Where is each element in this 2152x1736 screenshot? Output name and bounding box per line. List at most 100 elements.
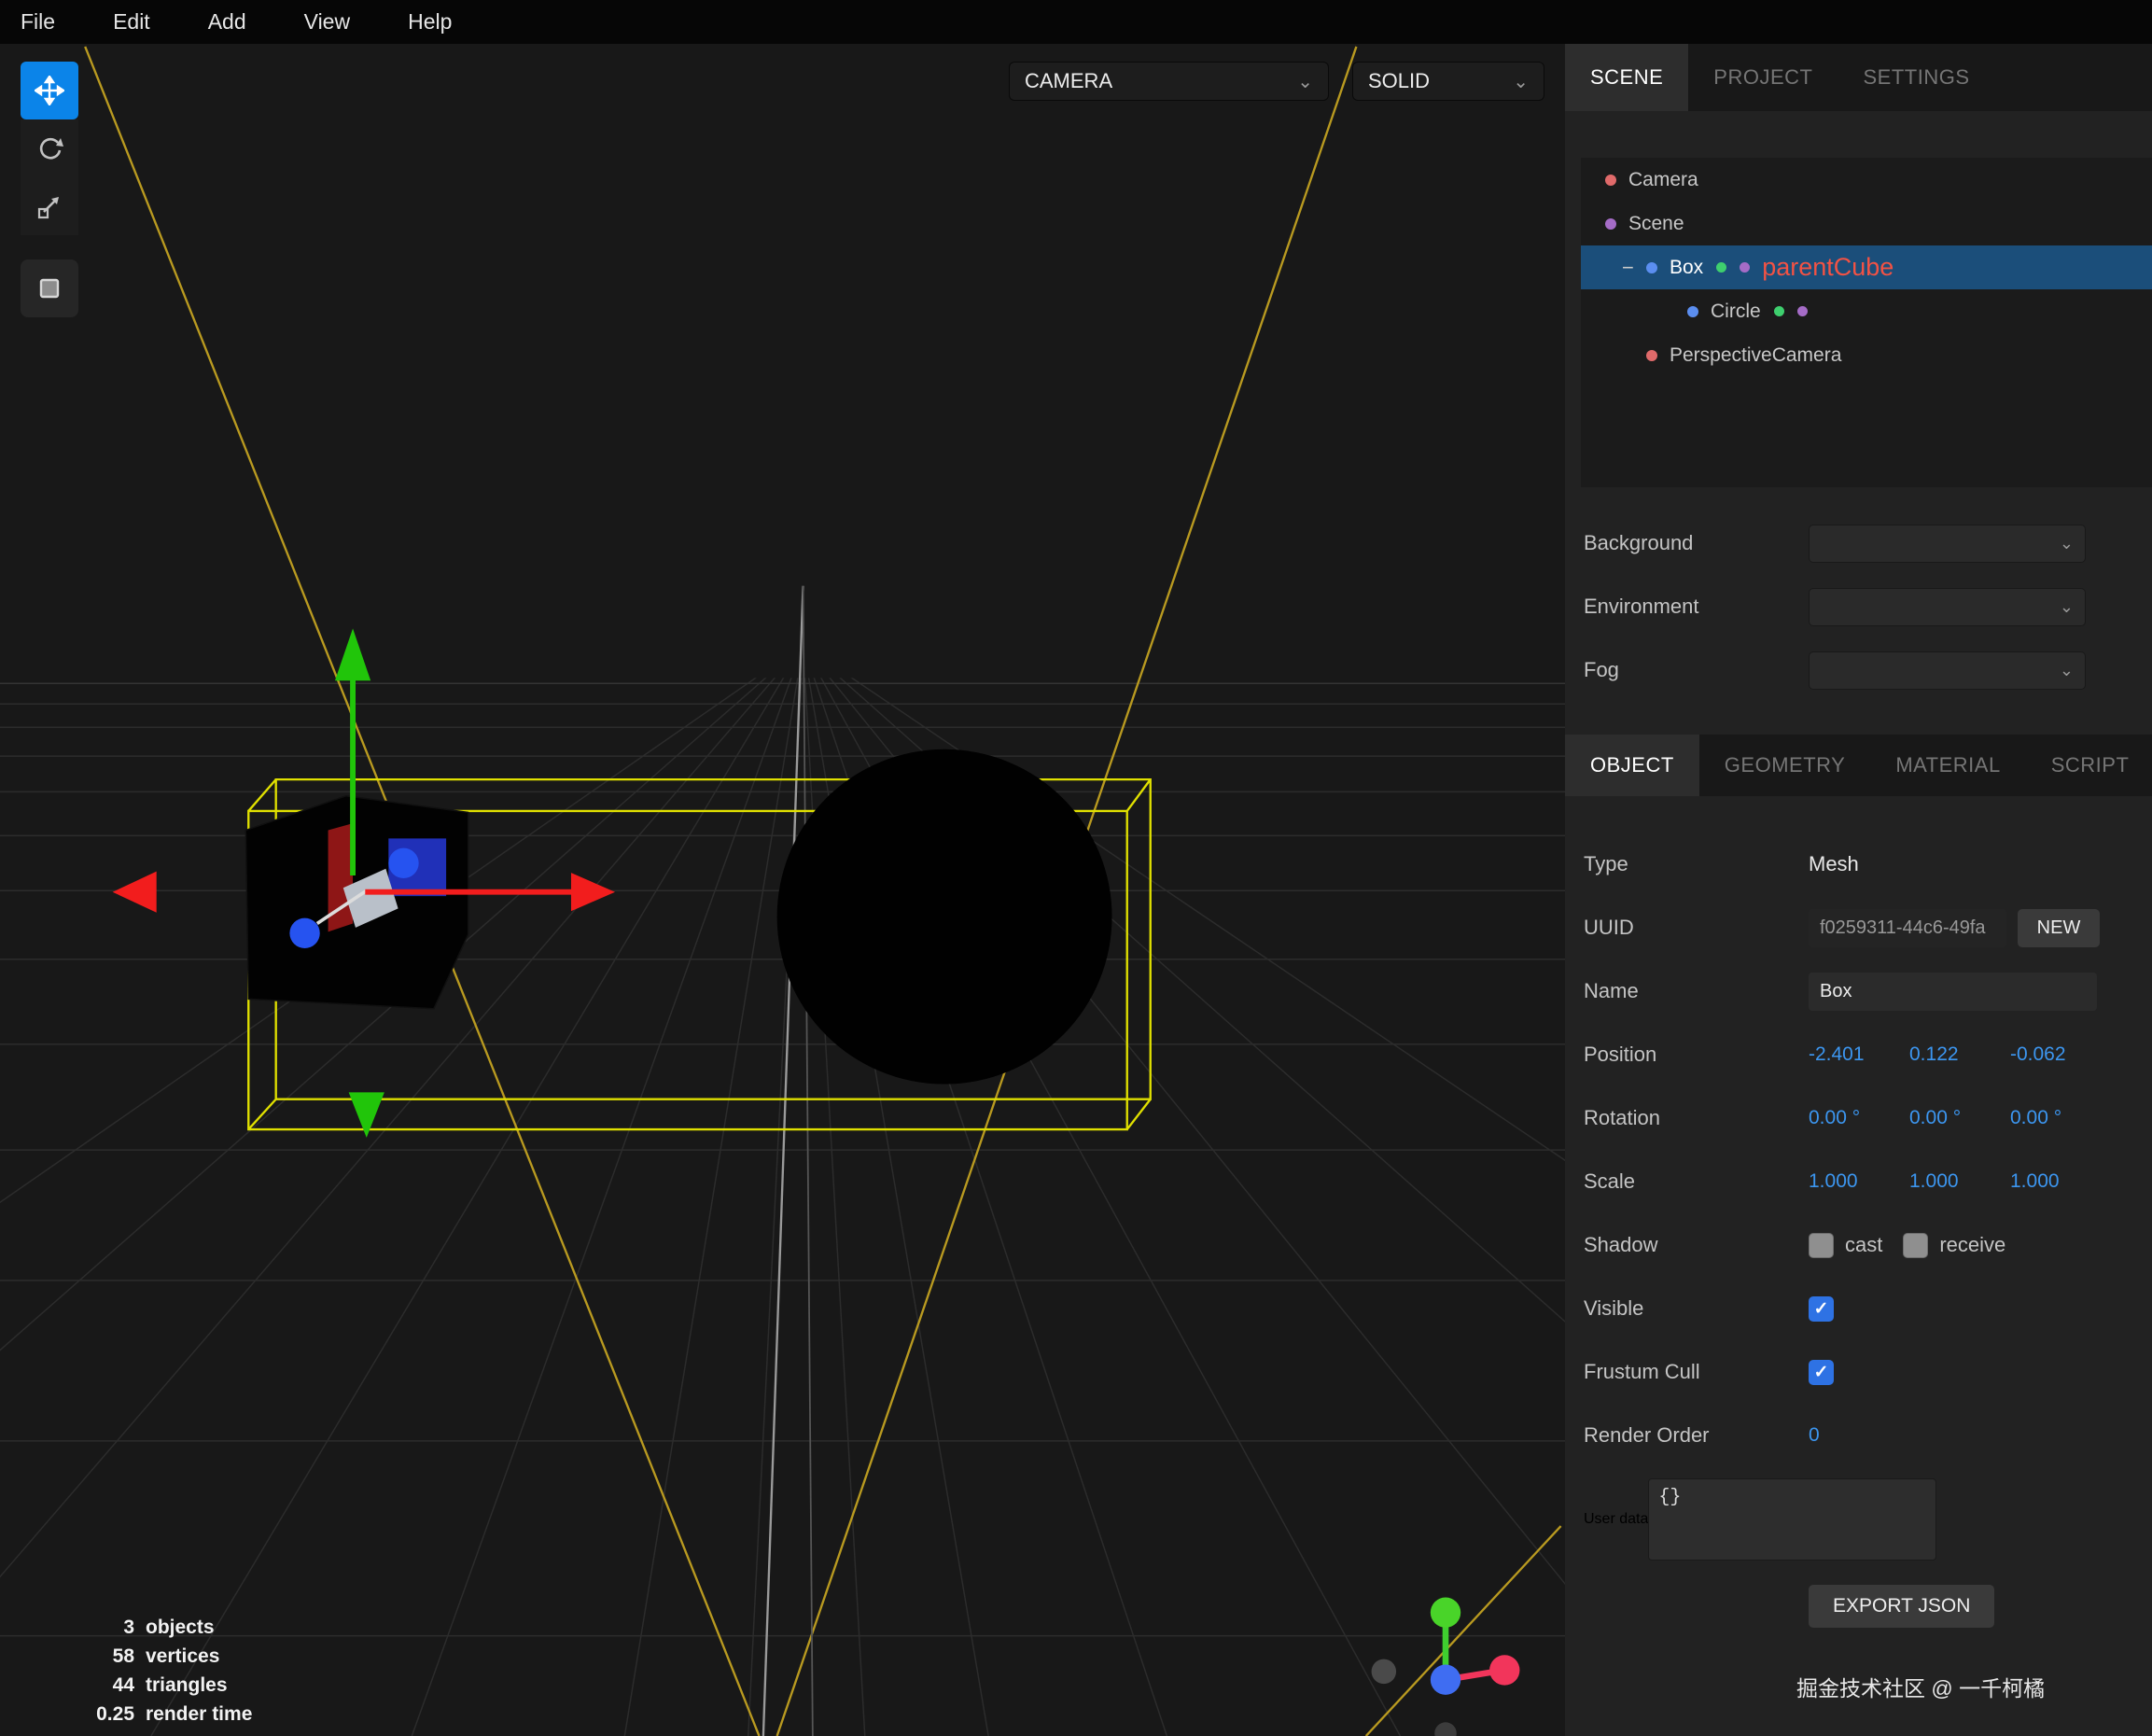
- axis-y-dot[interactable]: [1431, 1597, 1460, 1627]
- material-dot: [1740, 262, 1750, 273]
- chevron-down-icon: ⌄: [1513, 70, 1529, 93]
- tab-script[interactable]: SCRIPT: [2026, 735, 2152, 796]
- menu-edit[interactable]: Edit: [84, 9, 179, 35]
- background-select[interactable]: ⌄: [1809, 525, 2086, 563]
- background-row: Background ⌄: [1565, 511, 2152, 575]
- render-order-value[interactable]: 0: [1809, 1424, 1909, 1447]
- gizmo-neg-y-arrow[interactable]: [349, 1092, 384, 1138]
- outliner-item-perspectivecamera[interactable]: PerspectiveCamera: [1581, 333, 2152, 377]
- box-mesh[interactable]: [245, 796, 468, 1009]
- outliner-item-box[interactable]: − Box parentCube: [1581, 245, 2152, 289]
- fog-label: Fog: [1584, 658, 1809, 682]
- menu-view[interactable]: View: [275, 9, 379, 35]
- scale-z[interactable]: 1.000: [2010, 1170, 2111, 1193]
- object-type-dot: [1687, 306, 1698, 317]
- scale-y[interactable]: 1.000: [1909, 1170, 2010, 1193]
- gizmo-neg-x-arrow[interactable]: [113, 872, 157, 913]
- collapse-toggle[interactable]: −: [1622, 256, 1646, 280]
- name-field[interactable]: [1809, 973, 2097, 1011]
- user-data-label: User data: [1584, 1511, 1648, 1528]
- viewport-3d[interactable]: CAMERA ⌄ SOLID ⌄ 3 objects 58 vertices 4…: [0, 44, 1565, 1736]
- uuid-field[interactable]: [1809, 909, 2006, 947]
- gizmo-y-arrow[interactable]: [335, 628, 370, 680]
- object-type-dot: [1605, 175, 1616, 186]
- gizmo-handle-dot[interactable]: [289, 918, 319, 948]
- user-data-field[interactable]: {}: [1648, 1478, 1936, 1561]
- axis-z-dot[interactable]: [1431, 1665, 1460, 1695]
- shading-select[interactable]: SOLID ⌄: [1352, 62, 1544, 101]
- fog-row: Fog ⌄: [1565, 638, 2152, 702]
- transform-space-toggle[interactable]: [21, 259, 78, 317]
- credit-footer: 掘金技术社区 @ 一千柯橘: [1796, 1671, 2152, 1702]
- tab-geometry[interactable]: GEOMETRY: [1699, 735, 1871, 796]
- menu-file[interactable]: File: [0, 9, 84, 35]
- axis-helper[interactable]: [1372, 1597, 1520, 1736]
- camera-select[interactable]: CAMERA ⌄: [1009, 62, 1329, 101]
- scene-props: Background ⌄ Environment ⌄ Fog ⌄: [1565, 511, 2152, 702]
- axis-x-dot[interactable]: [1489, 1655, 1519, 1685]
- outliner-item-scene[interactable]: Scene: [1581, 202, 2152, 245]
- menu-add[interactable]: Add: [179, 9, 275, 35]
- shadow-row: Shadow cast receive: [1565, 1213, 2152, 1277]
- environment-row: Environment ⌄: [1565, 575, 2152, 638]
- uuid-label: UUID: [1584, 916, 1809, 940]
- outliner-item-label: Scene: [1628, 213, 1684, 235]
- translate-tool-button[interactable]: [21, 62, 78, 119]
- rotation-y[interactable]: 0.00 °: [1909, 1107, 2010, 1129]
- tab-settings[interactable]: SETTINGS: [1838, 44, 1994, 111]
- scale-row: Scale 1.000 1.000 1.000: [1565, 1150, 2152, 1213]
- chevron-down-icon: ⌄: [2060, 534, 2074, 553]
- geometry-dot: [1774, 306, 1784, 316]
- object-tabbar: OBJECT GEOMETRY MATERIAL SCRIPT: [1565, 735, 2152, 796]
- material-dot: [1797, 306, 1808, 316]
- tab-scene[interactable]: SCENE: [1565, 44, 1688, 111]
- object-props: Type Mesh UUID NEW Name Position -2.401 …: [1565, 833, 2152, 1628]
- visible-checkbox[interactable]: [1809, 1296, 1834, 1322]
- stat-rendertime-label: render time: [146, 1703, 252, 1726]
- fog-select[interactable]: ⌄: [1809, 651, 2086, 690]
- scale-icon: [35, 192, 63, 220]
- export-json-button[interactable]: EXPORT JSON: [1809, 1585, 1994, 1628]
- shadow-cast-checkbox[interactable]: [1809, 1233, 1834, 1258]
- name-row: Name: [1565, 959, 2152, 1023]
- rotation-row: Rotation 0.00 ° 0.00 ° 0.00 °: [1565, 1086, 2152, 1150]
- stat-vertices-value: 58: [56, 1645, 134, 1668]
- rotation-z[interactable]: 0.00 °: [2010, 1107, 2111, 1129]
- position-x[interactable]: -2.401: [1809, 1043, 1909, 1066]
- environment-select[interactable]: ⌄: [1809, 588, 2086, 626]
- shading-select-value: SOLID: [1368, 69, 1430, 93]
- shadow-label: Shadow: [1584, 1233, 1809, 1257]
- local-space-icon: [36, 275, 63, 301]
- rotation-x[interactable]: 0.00 °: [1809, 1107, 1909, 1129]
- rotate-tool-button[interactable]: [21, 119, 78, 177]
- menu-help[interactable]: Help: [379, 9, 481, 35]
- chevron-down-icon: ⌄: [2060, 597, 2074, 617]
- type-label: Type: [1584, 852, 1809, 876]
- rotation-label: Rotation: [1584, 1106, 1809, 1130]
- sphere-mesh[interactable]: [777, 749, 1112, 1085]
- position-y[interactable]: 0.122: [1909, 1043, 2010, 1066]
- shadow-receive-label: receive: [1939, 1233, 2005, 1257]
- stat-objects-label: objects: [146, 1617, 252, 1639]
- outliner-item-circle[interactable]: Circle: [1581, 289, 2152, 333]
- stat-triangles-value: 44: [56, 1674, 134, 1697]
- outliner-item-label: Box: [1670, 257, 1703, 279]
- visible-label: Visible: [1584, 1296, 1809, 1321]
- scale-tool-button[interactable]: [21, 177, 78, 235]
- viewport-canvas[interactable]: [0, 44, 1565, 1736]
- environment-label: Environment: [1584, 595, 1809, 619]
- gizmo-handle-dot[interactable]: [388, 848, 418, 878]
- viewport-toolbar: [21, 62, 78, 317]
- outliner: Camera Scene − Box parentCube Circle Per…: [1581, 158, 2152, 487]
- scale-x[interactable]: 1.000: [1809, 1170, 1909, 1193]
- shadow-cast-label: cast: [1845, 1233, 1882, 1257]
- position-z[interactable]: -0.062: [2010, 1043, 2111, 1066]
- shadow-receive-checkbox[interactable]: [1903, 1233, 1928, 1258]
- tab-object[interactable]: OBJECT: [1565, 735, 1699, 796]
- tab-material[interactable]: MATERIAL: [1870, 735, 2025, 796]
- gizmo-x-arrow[interactable]: [571, 873, 615, 911]
- new-uuid-button[interactable]: NEW: [2018, 909, 2100, 947]
- frustum-cull-checkbox[interactable]: [1809, 1360, 1834, 1385]
- outliner-item-camera[interactable]: Camera: [1581, 158, 2152, 202]
- tab-project[interactable]: PROJECT: [1688, 44, 1838, 111]
